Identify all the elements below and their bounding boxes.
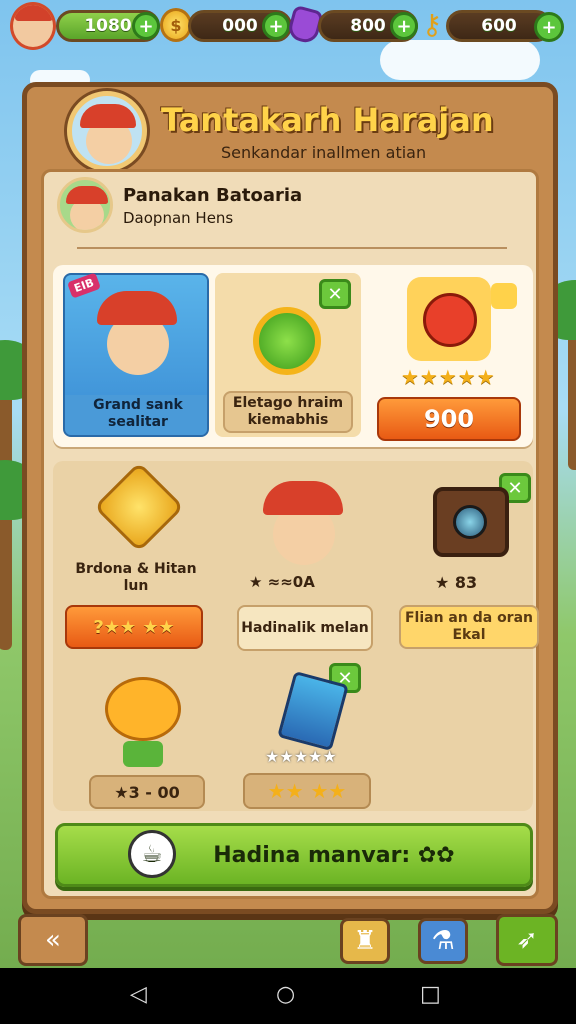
item-1[interactable]: Brdona & Hitan lun ?★★ ★★ [61,461,211,659]
item-3-button[interactable]: Flian an da oran Ekal [399,605,539,649]
divider [77,247,507,249]
card-2-label: Eletago hraim kiemabhis [223,391,353,433]
resource-2-value: 000 [222,16,258,36]
profile-row[interactable]: Panakan Batoaria Daopnan Hens [57,177,527,241]
player-avatar-icon[interactable] [10,2,56,50]
bear-icon [105,677,181,741]
page-title: Tantakarh Harajan [161,101,494,139]
back-button[interactable]: « [18,914,88,966]
add-resource-4-button[interactable]: + [534,12,564,42]
top-resource-bar: 1080 + $ 000 + 800 + ⚷ 600 + [0,0,576,56]
card-3-stars: ★★★★★ [401,365,496,389]
card-badge: EIB [66,272,102,299]
rocket-shape [423,293,477,347]
profile-avatar [57,177,113,233]
resource-1-value: 1080 [84,16,132,36]
home-circle-icon[interactable]: ○ [276,982,295,1007]
item-5[interactable]: ✕ ★★★★★ ★★ ★★ [229,661,379,809]
teacup-icon: ☕ [128,830,176,878]
key-icon: ⚷ [421,8,443,41]
main-action-button[interactable]: ☕ Hadina manvar: ✿✿ [55,823,533,887]
hero-avatar [67,91,147,171]
system-navigation-bar: ◁ ○ □ [0,968,576,1024]
sun-emblem-icon [253,307,321,375]
close-icon[interactable]: ✕ [319,279,351,309]
item-3-rating: ★ 83 [435,573,478,592]
add-resource-1-button[interactable]: + [132,12,160,40]
camera-lens [453,505,487,539]
profile-name: Panakan Batoaria [123,185,303,206]
main-action-label: Hadina manvar: ✿✿ [213,842,455,868]
item-1-button[interactable]: ?★★ ★★ [65,605,203,649]
buy-900-button[interactable]: 900 [377,397,521,441]
item-2[interactable]: ★ ≈≈0A Hadinalik melan [229,469,379,659]
item-2-button[interactable]: Hadinalik melan [237,605,373,651]
card-1-label: Grand sank sealitar [93,397,183,430]
recents-square-icon[interactable]: □ [420,982,441,1007]
featured-card-1[interactable]: EIB Grand sank sealitar [63,272,209,437]
item-1-label: Brdona & Hitan lun [75,561,197,594]
profile-subtitle: Daopnan Hens [123,209,234,227]
resource-3-value: 800 [350,16,386,36]
item-4[interactable]: ★3 - 00 [61,671,211,809]
card-item-icon [277,670,349,752]
item-5-button[interactable]: ★★ ★★ [243,773,371,809]
add-resource-3-button[interactable]: + [390,12,418,40]
item-2-rating: ★ ≈≈0A [249,573,315,591]
chest-nav-icon[interactable]: ♜ [340,918,390,964]
gold-badge-icon [491,283,517,309]
item-3[interactable]: ✕ ★ 83 Flian an da oran Ekal [397,469,547,659]
resource-4-value: 600 [481,16,517,36]
golden-star-trophy-icon [93,461,185,553]
potion-nav-icon[interactable]: ⚗ [418,918,468,964]
page-subtitle: Senkandar inallmen atian [221,143,427,162]
item-4-price[interactable]: ★3 - 00 [89,775,205,809]
featured-card-2[interactable]: ✕ Eletago hraim kiemabhis [215,273,361,437]
featured-card-3[interactable]: ★★★★★ 900 [367,273,527,441]
back-triangle-icon[interactable]: ◁ [130,982,147,1007]
add-resource-2-button[interactable]: + [262,12,290,40]
item-5-stars: ★★★★★ [265,747,337,766]
featured-row: EIB Grand sank sealitar ✕ Eletago hraim … [53,265,533,447]
main-panel: Tantakarh Harajan Senkandar inallmen ati… [22,82,558,914]
items-grid: Brdona & Hitan lun ?★★ ★★ ★ ≈≈0A Hadinal… [53,461,539,811]
rocket-nav-button[interactable]: ➶ [496,914,558,966]
